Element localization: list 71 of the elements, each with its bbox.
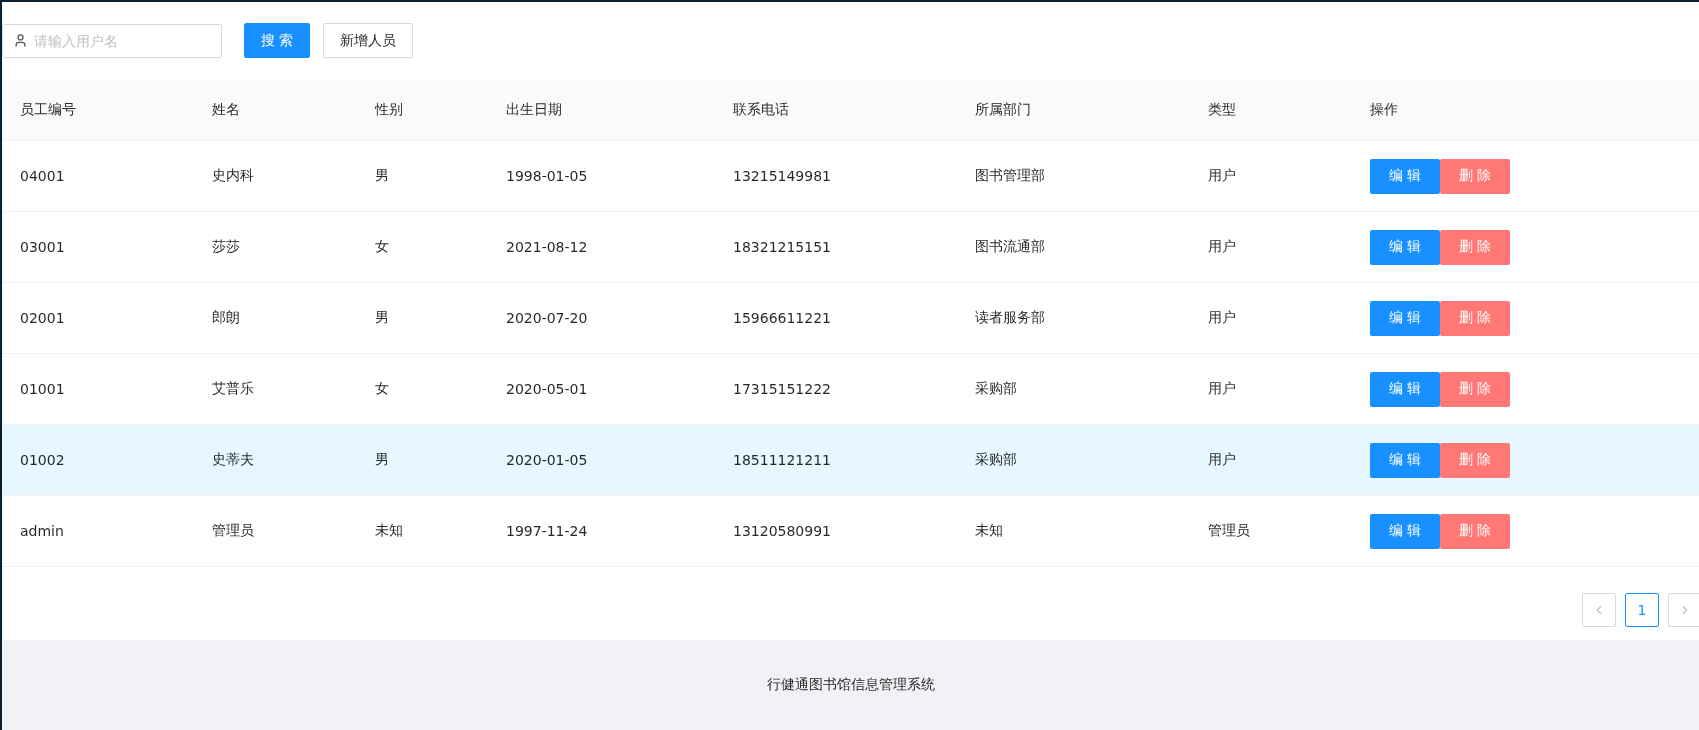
delete-button[interactable]: 删 除 — [1440, 513, 1510, 549]
table-cell-text: 郎朗 — [212, 309, 241, 327]
table-cell-text: admin — [20, 523, 65, 539]
table-cell-text: 01001 — [20, 381, 66, 397]
table-cell-text: 02001 — [20, 310, 66, 326]
search-field[interactable]: 请输入用户名 — [2, 23, 222, 58]
add-button[interactable]: 新增人员 — [323, 23, 414, 58]
table-cell-text: 用户 — [1208, 380, 1237, 398]
table-cell-text: 1998-01-05 — [506, 168, 589, 184]
table-cell-text: 图书流通部 — [975, 238, 1046, 256]
table-cell-text: 2020-07-20 — [506, 310, 589, 326]
table-cell-text: 管理员 — [1208, 522, 1251, 540]
table-cell-text: 18511121211 — [733, 452, 832, 468]
delete-button[interactable]: 删 除 — [1440, 371, 1510, 407]
delete-button[interactable]: 删 除 — [1440, 229, 1510, 265]
table-cell-text: 艾普乐 — [212, 380, 255, 398]
edit-button[interactable]: 编 辑 — [1370, 158, 1440, 194]
table-cell-text: 女 — [375, 380, 390, 398]
table-cell-text: 女 — [375, 238, 390, 256]
column-header: 员工编号 — [20, 101, 77, 119]
column-header: 操作 — [1370, 101, 1399, 119]
table-cell-text: 采购部 — [975, 380, 1018, 398]
table-cell-text: 17315151222 — [733, 381, 832, 397]
table-cell-text: 图书管理部 — [975, 167, 1046, 185]
user-icon — [13, 32, 28, 48]
table-cell-text: 管理员 — [212, 522, 255, 540]
table-cell-text: 读者服务部 — [975, 309, 1046, 327]
table-cell-text: 史内科 — [212, 167, 255, 185]
table-cell-text: 18321215151 — [733, 239, 832, 255]
table-row[interactable]: 01002 史蒂夫 男 2020-01-05 18511121211 采购部 用户 编 辑 删 除 — [2, 425, 1699, 496]
edit-button[interactable]: 编 辑 — [1370, 371, 1440, 407]
table-cell-text: 用户 — [1208, 167, 1237, 185]
edit-button[interactable]: 编 辑 — [1370, 229, 1440, 265]
table-cell-text: 用户 — [1208, 238, 1237, 256]
edit-button[interactable]: 编 辑 — [1370, 442, 1440, 478]
table-cell-text: 男 — [375, 167, 390, 185]
footer-text: 行健通图书馆信息管理系统 — [766, 676, 935, 694]
table-cell-text: 04001 — [20, 168, 66, 184]
column-header: 类型 — [1208, 101, 1237, 119]
table-cell-text: 2020-05-01 — [506, 381, 589, 397]
search-button[interactable]: 搜 索 — [244, 23, 311, 58]
column-header: 性别 — [375, 101, 404, 119]
edit-button[interactable]: 编 辑 — [1370, 513, 1440, 549]
delete-button[interactable]: 删 除 — [1440, 442, 1510, 478]
table-cell-text: 03001 — [20, 239, 66, 255]
delete-button[interactable]: 删 除 — [1440, 158, 1510, 194]
table-cell-text: 1997-11-24 — [506, 523, 589, 539]
table-cell-text: 15966611221 — [733, 310, 832, 326]
table-cell-text: 13120580991 — [733, 523, 832, 539]
table-cell-text: 用户 — [1208, 451, 1237, 469]
table-cell-text: 13215149981 — [733, 168, 832, 184]
column-header: 出生日期 — [506, 101, 563, 119]
page-button[interactable]: 1 — [1625, 593, 1659, 627]
table-cell-text: 2020-01-05 — [506, 452, 589, 468]
table-cell-text: 莎莎 — [212, 238, 241, 256]
table-cell-text: 采购部 — [975, 451, 1018, 469]
delete-button[interactable]: 删 除 — [1440, 300, 1510, 336]
table-cell-text: 未知 — [375, 522, 404, 540]
column-header: 姓名 — [212, 101, 241, 119]
previous-page-button[interactable] — [1582, 593, 1616, 627]
table-cell-text: 2021-08-12 — [506, 239, 589, 255]
table-cell-text: 01002 — [20, 452, 66, 468]
table-cell-text: 未知 — [975, 522, 1004, 540]
table-cell-text: 用户 — [1208, 309, 1237, 327]
column-header: 联系电话 — [733, 101, 790, 119]
table-cell-text: 史蒂夫 — [212, 451, 255, 469]
table-cell-text: 男 — [375, 309, 390, 327]
edit-button[interactable]: 编 辑 — [1370, 300, 1440, 336]
column-header: 所属部门 — [975, 101, 1032, 119]
table-cell-text: 男 — [375, 451, 390, 469]
next-page-button[interactable] — [1668, 593, 1699, 627]
